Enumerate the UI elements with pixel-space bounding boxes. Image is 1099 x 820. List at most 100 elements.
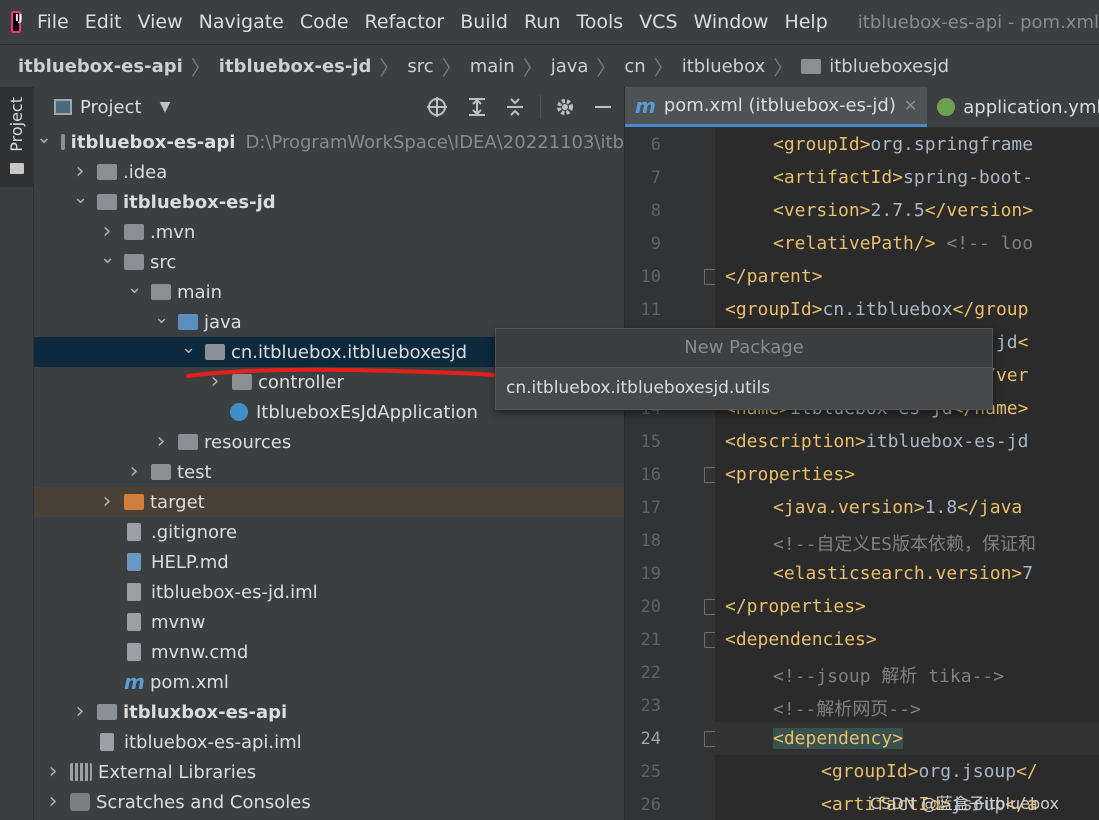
tab-label: application.yml — [963, 96, 1099, 118]
shell-file-icon — [127, 613, 141, 631]
chevron-right-icon[interactable]: › — [127, 461, 141, 483]
breadcrumb-item[interactable]: itbluebox — [682, 56, 766, 77]
chevron-down-icon[interactable]: ⌄ — [154, 309, 169, 329]
libraries-icon — [70, 763, 92, 781]
xml-tag: <groupId> — [773, 134, 871, 155]
breadcrumb-item[interactable]: itbluebox-es-api — [18, 56, 183, 77]
tree-item[interactable]: › .idea — [34, 157, 624, 187]
breadcrumb-item[interactable]: java — [551, 56, 589, 77]
tree-item-label: test — [177, 461, 212, 483]
menu-build[interactable]: Build — [460, 11, 508, 33]
xml-tag: <version> — [773, 200, 871, 221]
tree-item[interactable]: ⌄ itbluebox-es-jd — [34, 187, 624, 217]
breadcrumb-item[interactable]: main — [470, 56, 515, 77]
tree-item[interactable]: › test — [34, 457, 624, 487]
package-name-input[interactable]: cn.itbluebox.itblueboxesjd.utils — [496, 368, 992, 409]
chevron-down-icon[interactable]: ⌄ — [37, 129, 52, 149]
tree-item-label: itbluebox-es-api — [70, 131, 236, 153]
breadcrumb-item[interactable]: src — [407, 56, 433, 77]
tree-item[interactable]: ⌄ src — [34, 247, 624, 277]
chevron-right-icon[interactable]: › — [73, 161, 87, 183]
breadcrumb: itbluebox-es-api 〉 itbluebox-es-jd 〉 src 〉 mai… — [0, 44, 1099, 88]
code-line: </parent> — [725, 266, 823, 287]
module-folder-icon — [60, 134, 65, 150]
tree-item[interactable]: › resources — [34, 427, 624, 457]
xml-tag: </ — [1016, 761, 1038, 782]
menu-navigate[interactable]: Navigate — [199, 11, 284, 33]
tab-application-yml[interactable]: application.yml — [927, 87, 1099, 127]
project-tab-label: Project — [7, 97, 26, 152]
tree-item-path: D:\ProgramWorkSpace\IDEA\20221103\itb — [245, 131, 624, 153]
menu-run[interactable]: Run — [524, 11, 560, 33]
xml-tag: <java.version> — [773, 497, 925, 518]
line-number: 18 — [640, 531, 661, 551]
chevron-down-icon[interactable]: ⌄ — [127, 279, 142, 299]
menu-file[interactable]: File — [37, 11, 69, 33]
menu-code[interactable]: Code — [300, 11, 349, 33]
tree-item[interactable]: › Scratches and Consoles — [34, 787, 624, 817]
chevron-down-icon[interactable]: ⌄ — [100, 249, 115, 269]
menu-tools[interactable]: Tools — [576, 11, 623, 33]
xml-comment: <!--解析网页--> — [773, 699, 921, 720]
collapse-all-icon[interactable] — [504, 96, 526, 118]
chevron-right-icon[interactable]: › — [46, 791, 60, 813]
xml-tag: <dependencies> — [725, 629, 877, 650]
tree-item[interactable]: .gitignore — [34, 517, 624, 547]
tree-item[interactable]: HELP.md — [34, 547, 624, 577]
code-line: <description>itbluebox-es-jd — [725, 431, 1028, 452]
code-line: <groupId>org.jsoup</ — [821, 761, 1038, 782]
tree-item[interactable]: ⌄ main — [34, 277, 624, 307]
chevron-right-icon[interactable]: › — [100, 221, 114, 243]
xml-text: itbluebox-es-jd — [865, 431, 1029, 452]
chevron-right-icon[interactable]: › — [154, 431, 168, 453]
gear-icon[interactable] — [554, 96, 576, 118]
tab-pom-xml[interactable]: m pom.xml (itbluebox-es-jd) ✕ — [625, 87, 928, 127]
menu-view[interactable]: View — [138, 11, 183, 33]
chevron-right-icon[interactable]: › — [46, 761, 60, 783]
menu-refactor[interactable]: Refactor — [365, 11, 445, 33]
breadcrumb-label: java — [550, 55, 589, 77]
xml-tag: <properties> — [725, 464, 856, 485]
chevron-right-icon[interactable]: › — [73, 701, 87, 723]
chevron-right-icon[interactable]: › — [100, 491, 114, 513]
breadcrumb-item[interactable]: cn — [624, 56, 645, 77]
menu-edit[interactable]: Edit — [85, 11, 122, 33]
tree-item[interactable]: mvnw.cmd — [34, 637, 624, 667]
breadcrumb-item[interactable]: itbluebox-es-jd — [219, 56, 372, 77]
locate-icon[interactable] — [426, 96, 448, 118]
module-folder-icon — [97, 194, 117, 210]
xml-tag: </parent> — [725, 266, 823, 287]
package-icon — [801, 58, 822, 74]
line-number: 16 — [640, 465, 661, 485]
tree-item[interactable]: itbluebox-es-api.iml — [34, 727, 624, 757]
menu-items: File Edit View Navigate Code Refactor Build Run… — [29, 11, 836, 33]
expand-all-icon[interactable] — [466, 96, 488, 118]
menu-vcs[interactable]: VCS — [639, 11, 677, 33]
chevron-down-icon[interactable]: ⌄ — [73, 189, 88, 209]
menu-window[interactable]: Window — [694, 11, 769, 33]
tree-item[interactable]: › External Libraries — [34, 757, 624, 787]
folder-icon — [124, 224, 144, 240]
tree-item-label: target — [150, 491, 205, 513]
code-editor[interactable]: <groupId>org.springframe <artifactId>spri… — [715, 128, 1099, 820]
minimize-icon[interactable] — [592, 96, 614, 118]
tree-item[interactable]: › .mvn — [34, 217, 624, 247]
menu-help[interactable]: Help — [784, 11, 827, 33]
tree-item[interactable]: m pom.xml — [34, 667, 624, 697]
tree-item[interactable]: ⌄ itbluebox-es-api D:\ProgramWorkSpace\IDE… — [34, 127, 624, 157]
source-folder-icon — [178, 314, 198, 330]
breadcrumb-item[interactable]: itblueboxesjd — [801, 56, 949, 77]
tree-item[interactable]: itbluebox-es-jd.iml — [34, 577, 624, 607]
breadcrumb-label: cn — [624, 55, 646, 77]
close-icon[interactable]: ✕ — [904, 96, 917, 115]
project-tool-window-tab[interactable]: Project — [0, 87, 33, 187]
tree-item[interactable]: › target — [34, 487, 624, 517]
tree-item[interactable]: › itbluxbox-es-api — [34, 697, 624, 727]
chevron-down-icon[interactable]: ⌄ — [181, 339, 196, 359]
tree-item[interactable]: mvnw — [34, 607, 624, 637]
chevron-down-icon[interactable]: ▼ — [160, 99, 171, 115]
line-number: 8 — [650, 201, 661, 221]
project-view-title[interactable]: Project — [80, 97, 142, 118]
